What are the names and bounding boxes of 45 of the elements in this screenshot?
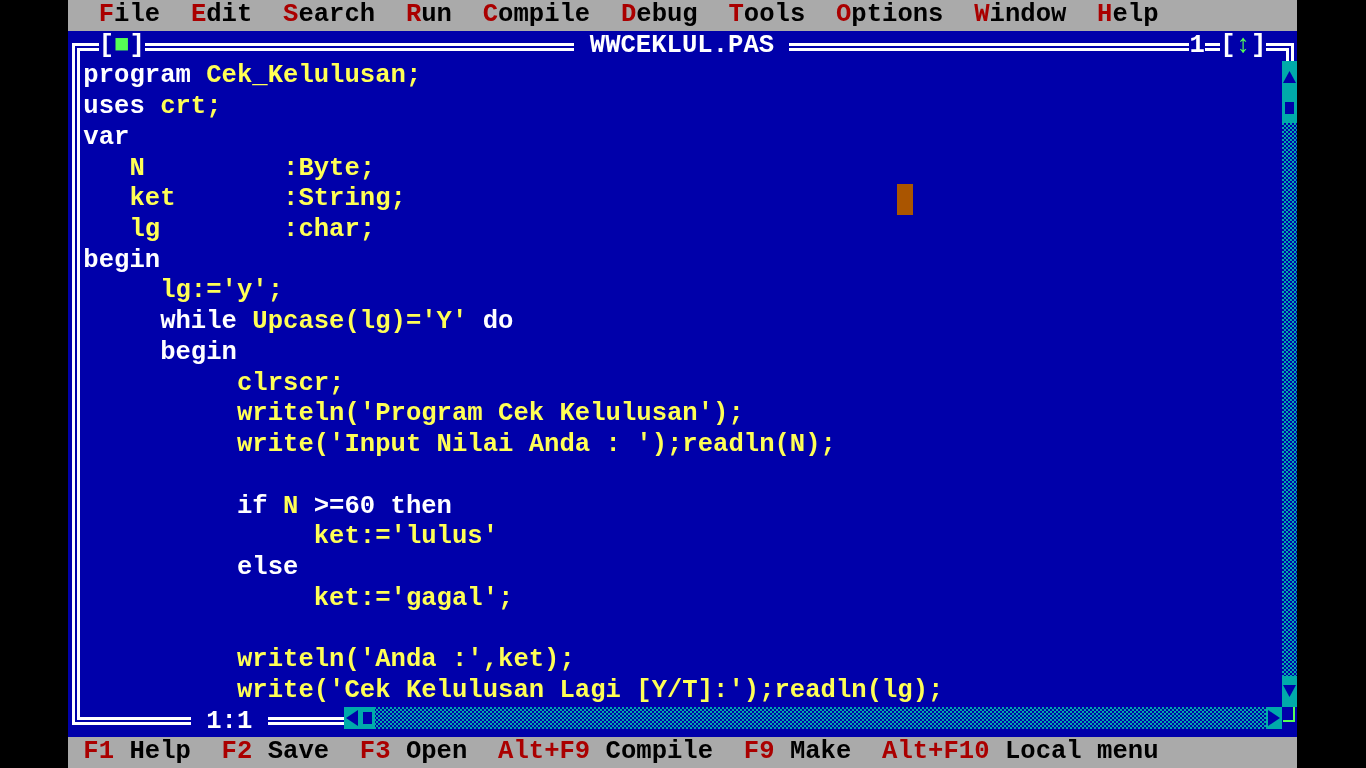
menu-item[interactable]: Compile — [467, 0, 606, 31]
code-line: lg:='y'; — [159, 276, 284, 308]
mouse-cursor — [897, 184, 913, 216]
menu-item[interactable]: Help — [1081, 0, 1174, 31]
menu-item[interactable]: Window — [958, 0, 1082, 31]
right-arrow-icon — [1267, 709, 1280, 726]
menu-item[interactable]: Options — [820, 0, 959, 31]
code-line: if N >=60 then — [235, 491, 452, 523]
code-line: ket:='lulus' — [312, 522, 499, 553]
horizontal-scrollbar[interactable] — [344, 706, 1282, 729]
code-line: else — [235, 552, 299, 584]
shortcut-hint[interactable]: F9 Make — [728, 737, 867, 768]
menu-item[interactable]: File — [83, 0, 176, 31]
scroll-down-button[interactable] — [1281, 675, 1297, 707]
menu-item[interactable]: Search — [267, 0, 391, 31]
scroll-right-button[interactable] — [1266, 706, 1282, 729]
code-line: write('Cek Kelulusan Lagi [Y/T]:');readln(lg); — [235, 675, 944, 707]
shortcut-hint[interactable]: F3 Open — [344, 737, 483, 768]
code-line: begin — [159, 337, 237, 369]
code-line: lg :char; — [128, 215, 376, 246]
code-line: clrscr; — [235, 368, 345, 400]
scroll-left-button[interactable] — [344, 706, 360, 729]
code-line: writeln('Program Cek Kelulusan'); — [235, 399, 744, 431]
menu-item[interactable]: Run — [390, 0, 468, 31]
menu-item[interactable]: Tools — [713, 0, 821, 31]
code-line: uses crt; — [83, 92, 222, 123]
code-line: N :Byte; — [128, 153, 376, 185]
scroll-thumb[interactable] — [1281, 92, 1297, 123]
code-line: ket:='gagal'; — [312, 583, 514, 615]
left-arrow-icon — [346, 709, 359, 726]
code-line: var — [83, 122, 130, 154]
shortcut-hint[interactable]: Alt+F9 Compile — [482, 737, 729, 768]
code-line: program Cek_Kelulusan; — [83, 61, 422, 93]
shortcut-hint[interactable]: F1 Help — [68, 737, 207, 768]
code-line: ket :String; — [128, 184, 406, 216]
scroll-up-button[interactable] — [1281, 61, 1297, 93]
code-line: begin — [83, 245, 161, 277]
vertical-scrollbar[interactable] — [1281, 61, 1297, 707]
code-line: write('Input Nilai Anda : ');readln(N); — [235, 430, 836, 461]
menu-item[interactable]: Edit — [175, 0, 268, 31]
shortcut-hint[interactable]: Alt+F10 Local menu — [866, 737, 1174, 768]
shortcut-hint[interactable]: F2 Save — [206, 737, 345, 768]
code-line: while Upcase(lg)='Y' do — [159, 307, 514, 338]
code-line: writeln('Anda :',ket); — [235, 645, 575, 676]
menu-item[interactable]: Debug — [605, 0, 714, 31]
